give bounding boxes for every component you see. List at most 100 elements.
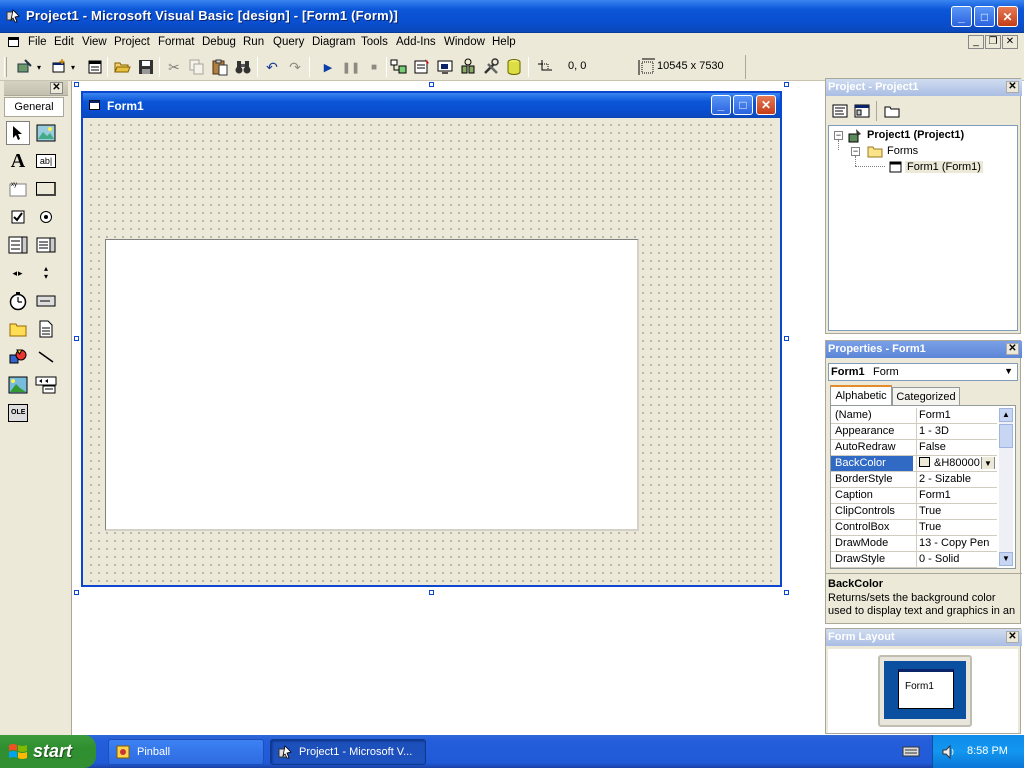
clock[interactable]: 8:58 PM [967, 745, 1008, 757]
property-value[interactable]: True [919, 505, 997, 517]
resize-handle-ne[interactable] [784, 82, 789, 87]
form-title-bar[interactable]: Form1 _ □ ✕ [83, 93, 780, 118]
dirlistbox-tool[interactable] [6, 317, 30, 341]
tab-alphabetic[interactable]: Alphabetic [830, 385, 892, 405]
tree-item-project[interactable]: Project1 (Project1) [867, 129, 964, 141]
image-tool[interactable] [6, 373, 30, 397]
data-view-button[interactable] [505, 58, 523, 76]
toolbox-tab-general[interactable]: General [4, 97, 64, 117]
ole-tool[interactable]: OLE [6, 401, 30, 425]
property-value[interactable]: 13 - Copy Pen [919, 537, 997, 549]
property-value[interactable]: 0 - Solid [919, 553, 997, 565]
form-layout-close-button[interactable]: ✕ [1006, 631, 1019, 643]
minimize-button[interactable]: _ [951, 6, 972, 27]
tree-item-forms[interactable]: Forms [887, 145, 918, 157]
tree-item-form1[interactable]: Form1 (Form1) [905, 161, 983, 173]
resize-handle-n[interactable] [429, 82, 434, 87]
menu-format[interactable]: Format [158, 36, 194, 48]
menu-help[interactable]: Help [492, 36, 516, 48]
close-button[interactable]: ✕ [997, 6, 1018, 27]
menu-add-ins[interactable]: Add-Ins [396, 36, 436, 48]
pointer-tool[interactable] [6, 121, 30, 145]
hscrollbar-tool[interactable]: ◂▸ [6, 261, 30, 285]
drivelistbox-tool[interactable] [34, 289, 58, 313]
commandbutton-tool[interactable] [34, 177, 58, 201]
add-form-dropdown[interactable]: ▾ [69, 58, 77, 76]
resize-handle-sw[interactable] [74, 590, 79, 595]
menu-debug[interactable]: Debug [202, 36, 236, 48]
mdi-close-button[interactable]: ✕ [1002, 35, 1018, 49]
add-form-button[interactable] [50, 58, 68, 76]
properties-title-bar[interactable]: Properties - Form1 ✕ [826, 341, 1022, 358]
chevron-down-icon[interactable]: ▼ [981, 457, 995, 469]
menu-run[interactable]: Run [243, 36, 264, 48]
menu-editor-button[interactable] [86, 58, 104, 76]
label-tool[interactable]: A [6, 149, 30, 173]
toolbox-close-button[interactable]: ✕ [50, 82, 63, 94]
start-button[interactable]: start [0, 735, 96, 768]
toolbox-button[interactable] [482, 58, 500, 76]
listbox-tool[interactable] [34, 233, 58, 257]
property-value[interactable]: False [919, 441, 997, 453]
property-value[interactable]: 2 - Sizable [919, 473, 997, 485]
collapse-toggle[interactable]: − [851, 147, 860, 156]
view-code-button[interactable] [830, 101, 850, 121]
add-project-button[interactable] [16, 58, 34, 76]
property-row[interactable]: ClipControls True [831, 504, 997, 520]
property-row[interactable]: DrawStyle 0 - Solid [831, 552, 997, 568]
frame-tool[interactable]: xy [6, 177, 30, 201]
properties-window-button[interactable] [413, 58, 431, 76]
property-value[interactable]: &H80000 ▼ [917, 457, 995, 469]
property-scrollbar[interactable]: ▲ ▼ [999, 408, 1013, 566]
picturebox-tool[interactable] [34, 121, 58, 145]
form-designer-window[interactable]: Form1 _ □ ✕ [81, 91, 782, 587]
undo-button[interactable]: ↶ [263, 58, 281, 76]
scroll-thumb[interactable] [999, 424, 1013, 448]
keyboard-icon[interactable] [902, 744, 920, 760]
menu-query[interactable]: Query [273, 36, 304, 48]
checkbox-tool[interactable] [6, 205, 30, 229]
cut-button[interactable]: ✂ [165, 58, 183, 76]
menu-window[interactable]: Window [444, 36, 485, 48]
project-explorer-close-button[interactable]: ✕ [1006, 81, 1019, 93]
properties-close-button[interactable]: ✕ [1006, 343, 1019, 355]
collapse-toggle[interactable]: − [834, 131, 843, 140]
resize-handle-s[interactable] [429, 590, 434, 595]
property-row[interactable]: (Name) Form1 [831, 408, 997, 424]
find-button[interactable] [234, 58, 252, 76]
menu-view[interactable]: View [82, 36, 107, 48]
property-row[interactable]: DrawMode 13 - Copy Pen [831, 536, 997, 552]
property-row[interactable]: Appearance 1 - 3D [831, 424, 997, 440]
data-tool[interactable] [34, 373, 58, 397]
form-maximize-button[interactable]: □ [733, 95, 753, 115]
mdi-minimize-button[interactable]: _ [968, 35, 984, 49]
object-browser-button[interactable] [459, 58, 477, 76]
form-system-menu-icon[interactable] [8, 36, 20, 48]
project-explorer-button[interactable] [390, 58, 408, 76]
combobox-tool[interactable] [6, 233, 30, 257]
form-close-button[interactable]: ✕ [756, 95, 776, 115]
open-project-button[interactable] [113, 58, 131, 76]
optionbutton-tool[interactable] [34, 205, 58, 229]
filelistbox-tool[interactable] [34, 317, 58, 341]
taskbar-item-pinball[interactable]: Pinball [108, 739, 264, 765]
toggle-folders-button[interactable] [882, 101, 902, 121]
resize-handle-e[interactable] [784, 336, 789, 341]
property-row[interactable]: Caption Form1 [831, 488, 997, 504]
view-object-button[interactable] [852, 101, 872, 121]
textbox-tool[interactable]: ab| [34, 149, 58, 173]
vscrollbar-tool[interactable]: ▴ ▾ [34, 261, 58, 285]
menu-tools[interactable]: Tools [361, 36, 388, 48]
property-row[interactable]: ControlBox True [831, 520, 997, 536]
form-layout-title-bar[interactable]: Form Layout ✕ [826, 629, 1022, 646]
property-value[interactable]: Form1 [919, 409, 997, 421]
resize-handle-se[interactable] [784, 590, 789, 595]
object-selector-dropdown[interactable]: Form1 Form ▼ [828, 363, 1018, 381]
toolbar-grip[interactable] [4, 57, 7, 77]
property-row[interactable]: BorderStyle 2 - Sizable [831, 472, 997, 488]
menu-project[interactable]: Project [114, 36, 150, 48]
property-value[interactable]: 1 - 3D [919, 425, 997, 437]
property-row[interactable]: AutoRedraw False [831, 440, 997, 456]
property-row[interactable]: BackColor &H80000 ▼ [831, 456, 997, 472]
line-tool[interactable] [34, 345, 58, 369]
